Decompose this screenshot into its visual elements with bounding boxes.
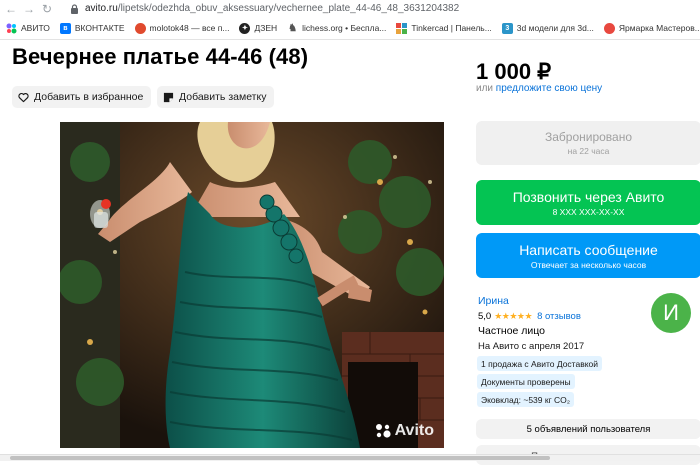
address-bar: ← → ↻ avito.ru/lipetsk/odezhda_obuv_akse… — [0, 0, 700, 17]
back-icon[interactable]: ← — [2, 2, 20, 16]
reserved-label: Забронировано — [544, 130, 633, 144]
bookmark-vk[interactable]: в ВКОНТАКТЕ — [59, 22, 125, 34]
bookmark-label: ВКОНТАКТЕ — [74, 23, 125, 33]
bookmark-avito[interactable]: АВИТО — [6, 23, 50, 34]
bookmark-lichess[interactable]: ♞ lichess.org • Беспла... — [287, 23, 386, 34]
avito-watermark: Avito — [375, 422, 434, 440]
url-field[interactable]: avito.ru/lipetsk/odezhda_obuv_aksessuary… — [70, 3, 459, 14]
bookmark-label: lichess.org • Беспла... — [302, 23, 387, 33]
offer-price-link[interactable]: предложите свою цену — [496, 83, 602, 94]
horizontal-scrollbar[interactable] — [0, 454, 700, 461]
call-button[interactable]: Позвонить через Авито 8 XXX XXX-XX-XX — [476, 180, 700, 225]
reserved-button: Забронировано на 22 часа — [476, 121, 700, 165]
bookmarks-bar: АВИТО в ВКОНТАКТЕ molotok48 — все п... ✦ Д… — [6, 19, 700, 37]
listing-title: Вечернее платье 44-46 (48) — [12, 44, 309, 69]
bookmark-tinkercad[interactable]: Tinkercad | Панель... — [396, 22, 492, 34]
delivery-badge: 1 продажа с Авито Доставкой — [477, 356, 603, 371]
scrollbar-thumb[interactable] — [10, 456, 550, 460]
seller-rating: 5,0 ★★★★★ 8 отзывов — [478, 311, 581, 322]
call-phone: 8 XXX XXX-XX-XX — [552, 206, 625, 217]
bookmark-yarmarka[interactable]: Ярмарка Мастеров... — [603, 22, 700, 34]
dzen-icon: ✦ — [239, 22, 251, 34]
bookmark-label: 3d модели для 3d... — [516, 23, 594, 33]
price: 1 000 ₽ — [476, 59, 552, 84]
watermark-text: Avito — [394, 422, 434, 439]
bookmark-dzen[interactable]: ✦ ДЗЕН — [239, 22, 278, 34]
message-label: Написать сообщение — [519, 241, 658, 258]
favorite-label: Добавить в избранное — [34, 91, 144, 103]
seller-type: Частное лицо — [478, 325, 546, 337]
reload-icon[interactable]: ↻ — [38, 2, 56, 16]
bookmark-label: ДЗЕН — [254, 23, 278, 33]
seller-avatar[interactable]: И — [651, 293, 691, 333]
seller-name-link[interactable]: Ирина — [478, 295, 509, 307]
call-label: Позвонить через Авито — [512, 188, 665, 205]
note-icon — [163, 92, 174, 102]
tinkercad-icon — [396, 22, 408, 34]
bookmark-label: molotok48 — все п... — [149, 23, 230, 33]
reserved-sub: на 22 часа — [567, 146, 610, 156]
message-sub: Отвечает за несколько часов — [530, 259, 647, 270]
bookmark-label: Tinkercad | Панель... — [411, 23, 492, 33]
listing-photo[interactable]: Avito — [60, 122, 444, 448]
write-message-button[interactable]: Написать сообщение Отвечает за несколько… — [476, 233, 700, 278]
price-offer: или предложите свою цену — [476, 83, 602, 94]
bookmark-3d-models[interactable]: 3 3d модели для 3d... — [501, 22, 594, 34]
yarmarka-icon — [603, 22, 615, 34]
add-to-favorites-button[interactable]: Добавить в избранное — [12, 86, 152, 108]
lock-icon — [71, 3, 78, 14]
documents-badge: Документы проверены — [477, 374, 575, 389]
avito-icon — [6, 23, 17, 34]
reviews-link[interactable]: 8 отзывов — [537, 311, 581, 322]
dress-photo — [60, 122, 444, 448]
rating-value: 5,0 — [478, 311, 492, 322]
bookmark-label: АВИТО — [21, 23, 50, 33]
bookmark-label: Ярмарка Мастеров... — [618, 23, 700, 33]
url-path: /lipetsk/odezhda_obuv_aksessuary/vechern… — [117, 3, 460, 14]
3d-models-icon: 3 — [501, 22, 513, 34]
note-label: Добавить заметку — [179, 91, 267, 103]
vk-icon: в — [59, 22, 71, 34]
bookmark-molotok[interactable]: molotok48 — все п... — [134, 22, 230, 34]
browser-chrome: ← → ↻ avito.ru/lipetsk/odezhda_obuv_akse… — [0, 0, 700, 40]
eco-badge: Эковклад: ~539 кг CO₂ — [477, 392, 575, 407]
seller-ads-button[interactable]: 5 объявлений пользователя — [476, 419, 700, 439]
seller-since: На Авито с апреля 2017 — [478, 341, 585, 352]
heart-icon — [18, 92, 29, 102]
url-host: avito.ru — [85, 3, 118, 14]
avito-logo-icon — [375, 424, 391, 438]
star-rating-icon: ★★★★★ — [494, 311, 533, 321]
lichess-icon: ♞ — [288, 22, 298, 34]
add-note-button[interactable]: Добавить заметку — [157, 86, 275, 108]
forward-icon[interactable]: → — [20, 2, 38, 16]
molotok-icon — [134, 22, 146, 34]
offer-prefix: или — [476, 83, 496, 94]
